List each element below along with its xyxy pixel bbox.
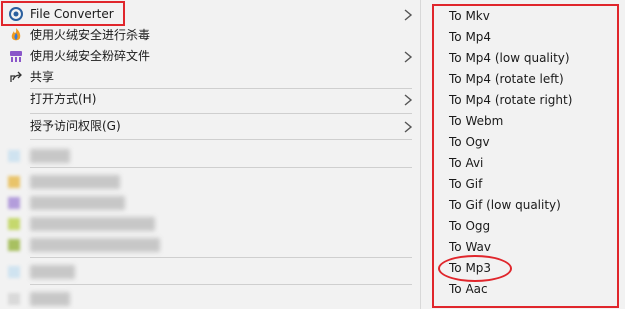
menu-separator: [30, 167, 412, 168]
context-menu: File Converter 使用火绒安全进行杀毒 使用火绒安全粉碎文件 共享 …: [0, 0, 420, 309]
huorong-shield-icon: [8, 27, 24, 43]
menu-item-label: 打开方式(H): [30, 92, 97, 106]
blurred-app-icon: [8, 150, 20, 162]
menu-item-label: 授予访问权限(G): [30, 119, 121, 133]
menu-separator: [30, 113, 412, 114]
blurred-menu-item: [0, 262, 420, 282]
menu-item-grant-access[interactable]: 授予访问权限(G): [0, 115, 420, 137]
blurred-app-icon: [8, 176, 20, 188]
blurred-app-icon: [8, 239, 20, 251]
blurred-menu-item: [0, 146, 420, 166]
chevron-right-icon: [402, 49, 414, 63]
annotation-highlight-oval: [438, 255, 512, 282]
menu-separator: [30, 284, 412, 285]
menu-item-label: 使用火绒安全进行杀毒: [30, 28, 151, 42]
menu-item-huorong-scan[interactable]: 使用火绒安全进行杀毒: [0, 24, 420, 46]
menu-item-open-with[interactable]: 打开方式(H): [0, 88, 420, 110]
menu-item-huorong-shred[interactable]: 使用火绒安全粉碎文件: [0, 45, 420, 67]
blurred-app-icon: [8, 293, 20, 305]
chevron-right-icon: [402, 7, 414, 21]
blurred-app-icon: [8, 218, 20, 230]
chevron-right-icon: [402, 119, 414, 133]
huorong-shredder-icon: [8, 48, 24, 64]
menu-item-share[interactable]: 共享: [0, 66, 420, 88]
menu-item-label: 使用火绒安全粉碎文件: [30, 49, 151, 63]
blurred-menu-item: [0, 172, 420, 192]
file-converter-submenu: To Mkv To Mp4 To Mp4 (low quality) To Mp…: [420, 0, 625, 309]
menu-item-label: 共享: [30, 70, 55, 84]
blurred-app-icon: [8, 266, 20, 278]
annotation-highlight-box: [1, 1, 125, 26]
blurred-menu-item: [0, 193, 420, 213]
menu-separator: [30, 139, 412, 140]
blurred-menu-item: [0, 214, 420, 234]
blurred-menu-item: [0, 235, 420, 255]
share-icon: [8, 69, 24, 85]
menu-separator: [30, 257, 412, 258]
blurred-app-icon: [8, 197, 20, 209]
chevron-right-icon: [402, 92, 414, 106]
blurred-menu-item: [0, 289, 420, 309]
